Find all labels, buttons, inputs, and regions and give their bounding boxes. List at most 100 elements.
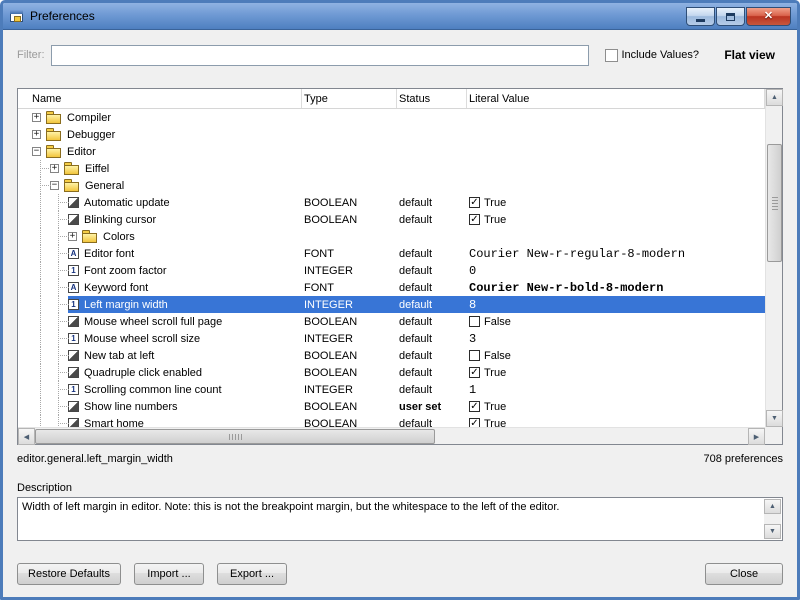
tree-cell-value: 3 xyxy=(467,330,765,347)
tree-cell-status: default xyxy=(397,415,467,427)
tree-cell-value: False xyxy=(467,347,765,364)
tree-cell-type: FONT xyxy=(302,245,397,262)
tree-cell-status: default xyxy=(397,262,467,279)
scroll-right-button[interactable]: ▶ xyxy=(748,428,765,445)
tree-row-label: Mouse wheel scroll full page xyxy=(83,316,222,328)
tree-row[interactable]: − Editor xyxy=(18,143,765,160)
include-values-checkbox[interactable] xyxy=(605,49,618,62)
flat-view-button[interactable]: Flat view xyxy=(724,48,775,62)
tree-cell-value: 1 xyxy=(467,381,765,398)
description-box: Width of left margin in editor. Note: th… xyxy=(17,497,783,541)
tree-row[interactable]: +Compiler xyxy=(18,109,765,126)
tree-row[interactable]: Blinking cursorBOOLEANdefault✓True xyxy=(18,211,765,228)
tree-row[interactable]: New tab at leftBOOLEANdefaultFalse xyxy=(18,347,765,364)
expand-toggle[interactable]: + xyxy=(32,109,46,126)
column-header-literal-value[interactable]: Literal Value xyxy=(467,89,765,108)
column-header-name[interactable]: Name xyxy=(18,89,302,108)
restore-defaults-button[interactable]: Restore Defaults xyxy=(17,563,121,585)
tree-cell-value xyxy=(467,160,765,177)
tree-row[interactable]: −General xyxy=(18,177,765,194)
boolean-pref-icon xyxy=(68,197,79,208)
scroll-down-button[interactable]: ▼ xyxy=(766,410,783,427)
horizontal-scrollbar-thumb[interactable] xyxy=(35,429,435,444)
tree-vertical-scrollbar[interactable]: ▲ ▼ xyxy=(765,89,782,427)
filter-input[interactable] xyxy=(51,45,589,66)
checked-checkbox-icon[interactable]: ✓ xyxy=(469,401,480,412)
close-window-button[interactable]: ✕ xyxy=(746,7,791,26)
tree-row-label: Editor xyxy=(66,146,96,158)
tree-row[interactable]: AKeyword fontFONTdefaultCourier New-r-bo… xyxy=(18,279,765,296)
tree-row[interactable]: 1Left margin widthINTEGERdefault8 xyxy=(18,296,765,313)
column-header-status[interactable]: Status xyxy=(397,89,467,108)
tree-row[interactable]: Quadruple click enabledBOOLEANdefault✓Tr… xyxy=(18,364,765,381)
tree-cell-value: Courier New-r-regular-8-modern xyxy=(467,245,765,262)
tree-row[interactable]: +Eiffel xyxy=(18,160,765,177)
checked-checkbox-icon[interactable]: ✓ xyxy=(469,197,480,208)
import-button[interactable]: Import ... xyxy=(134,563,204,585)
tree-cell-status xyxy=(397,177,467,194)
expand-box-icon: + xyxy=(32,130,41,139)
integer-pref-icon: 1 xyxy=(68,333,79,344)
tree-row[interactable]: Mouse wheel scroll full pageBOOLEANdefau… xyxy=(18,313,765,330)
tree-row[interactable]: +Colors xyxy=(18,228,765,245)
tree-row[interactable]: 1Font zoom factorINTEGERdefault0 xyxy=(18,262,765,279)
tree-row[interactable]: +Debugger xyxy=(18,126,765,143)
selected-preference-path: editor.general.left_margin_width xyxy=(17,453,173,465)
export-button[interactable]: Export ... xyxy=(217,563,287,585)
tree-row[interactable]: Smart homeBOOLEANdefault✓True xyxy=(18,415,765,427)
unchecked-checkbox-icon[interactable] xyxy=(469,350,480,361)
collapse-toggle[interactable]: − xyxy=(32,143,46,160)
tree-indent xyxy=(32,160,50,177)
tree-cell-value: ✓True xyxy=(467,398,765,415)
tree-cell-type: BOOLEAN xyxy=(302,347,397,364)
tree-indent xyxy=(32,211,50,228)
expand-toggle[interactable]: + xyxy=(50,160,64,177)
description-scroll-up-button[interactable]: ▲ xyxy=(764,499,781,514)
checked-checkbox-icon[interactable]: ✓ xyxy=(469,214,480,225)
filter-label: Filter: xyxy=(17,49,45,61)
unchecked-checkbox-icon[interactable] xyxy=(469,316,480,327)
scroll-up-button[interactable]: ▲ xyxy=(766,89,783,106)
tree-indent xyxy=(50,194,68,211)
tree-row[interactable]: Show line numbersBOOLEANuser set✓True xyxy=(18,398,765,415)
close-button[interactable]: Close xyxy=(705,563,783,585)
tree-indent xyxy=(50,245,68,262)
tree-row[interactable]: Automatic updateBOOLEANdefault✓True xyxy=(18,194,765,211)
tree-cell-type xyxy=(302,126,397,143)
tree-horizontal-scrollbar[interactable]: ◀ ▶ xyxy=(18,427,765,444)
checked-checkbox-icon[interactable]: ✓ xyxy=(469,418,480,427)
description-scroll-down-button[interactable]: ▼ xyxy=(764,524,781,539)
title-bar[interactable]: Preferences ✕ xyxy=(3,3,797,30)
value-text: 3 xyxy=(469,332,476,346)
tree-cell-name: Show line numbers xyxy=(18,398,302,415)
expand-box-icon: + xyxy=(32,113,41,122)
minimize-button[interactable] xyxy=(686,7,715,26)
tree-cell-status xyxy=(397,109,467,126)
expand-box-icon: + xyxy=(50,164,59,173)
collapse-toggle[interactable]: − xyxy=(50,177,64,194)
folder-icon xyxy=(46,111,62,124)
tree-row[interactable]: 1Mouse wheel scroll sizeINTEGERdefault3 xyxy=(18,330,765,347)
tree-row[interactable]: 1Scrolling common line countINTEGERdefau… xyxy=(18,381,765,398)
value-text: 1 xyxy=(469,383,476,397)
checked-checkbox-icon[interactable]: ✓ xyxy=(469,367,480,378)
tree-cell-status xyxy=(397,143,467,160)
scroll-left-button[interactable]: ◀ xyxy=(18,428,35,445)
folder-body xyxy=(64,165,79,175)
tree-cell-type xyxy=(302,109,397,126)
tree-row[interactable]: AEditor fontFONTdefaultCourier New-r-reg… xyxy=(18,245,765,262)
preferences-tree: NameTypeStatusLiteral Value +Compiler+De… xyxy=(17,88,783,445)
boolean-pref-icon xyxy=(68,418,79,427)
expand-toggle[interactable]: + xyxy=(32,126,46,143)
column-header-type[interactable]: Type xyxy=(302,89,397,108)
tree-indent xyxy=(32,313,50,330)
tree-indent xyxy=(50,415,68,427)
tree-cell-type xyxy=(302,177,397,194)
maximize-button[interactable] xyxy=(716,7,745,26)
tree-cell-type: BOOLEAN xyxy=(302,211,397,228)
close-icon: ✕ xyxy=(764,11,773,22)
description-scrollbar[interactable]: ▲ ▼ xyxy=(764,499,781,539)
vertical-scrollbar-thumb[interactable] xyxy=(767,144,782,262)
expand-toggle[interactable]: + xyxy=(68,228,82,245)
tree-cell-type: BOOLEAN xyxy=(302,194,397,211)
